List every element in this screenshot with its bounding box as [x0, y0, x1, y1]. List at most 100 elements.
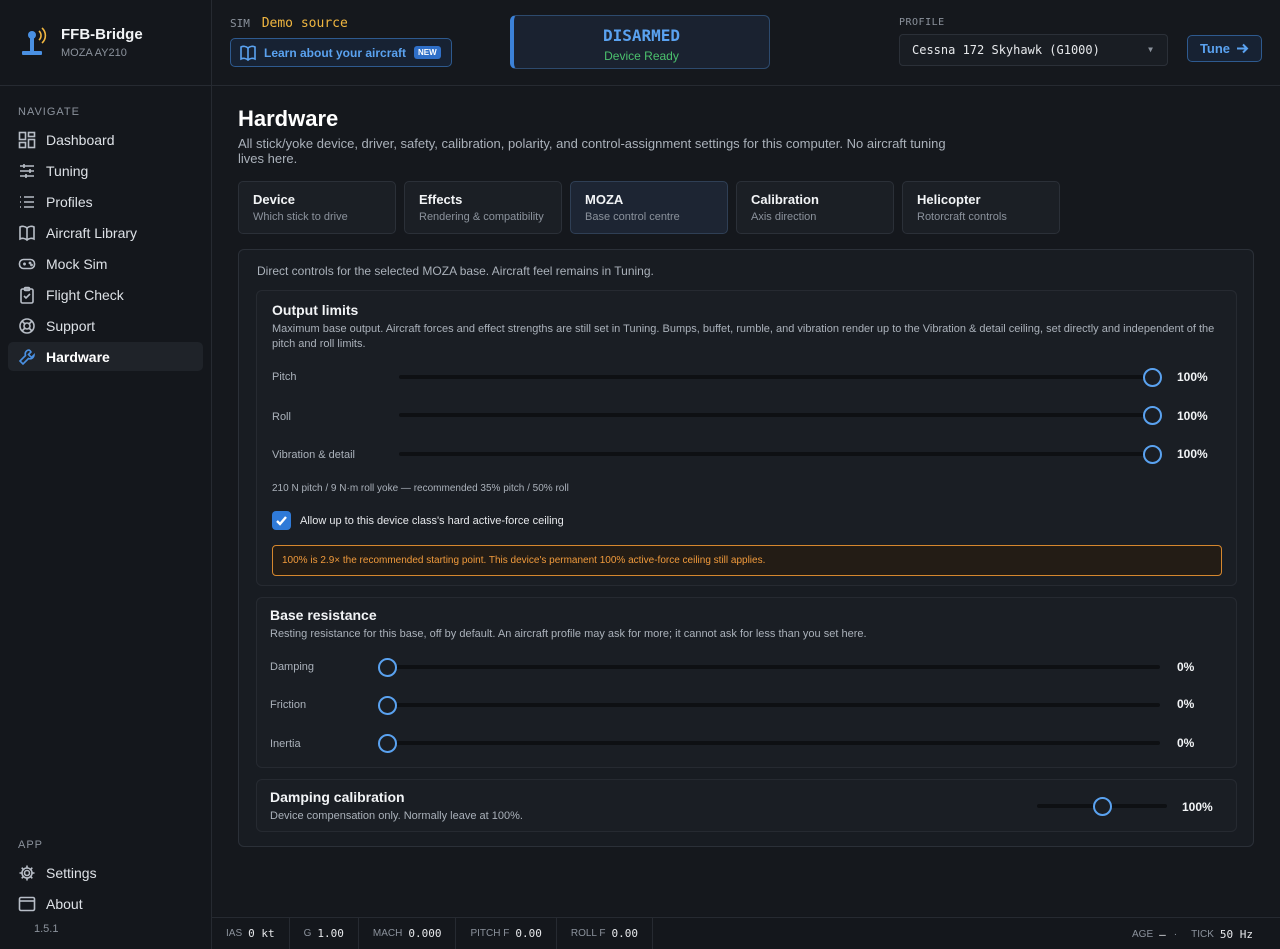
profile-select[interactable]: Cessna 172 Skyhawk (G1000) ▼: [899, 34, 1168, 66]
sidebar-item-dashboard[interactable]: Dashboard: [8, 125, 203, 154]
panel-intro: Direct controls for the selected MOZA ba…: [257, 264, 654, 278]
friction-value: 0%: [1177, 697, 1195, 711]
page-title: Hardware: [238, 106, 339, 131]
mach-readout: MACH 0.000: [359, 917, 457, 949]
sidebar: FFB-Bridge MOZA AY210 NAVIGATE Dashboard…: [0, 0, 212, 949]
tab-subtitle: Rotorcraft controls: [917, 211, 1007, 223]
roll-force-label: ROLL F: [570, 928, 606, 939]
vibration-slider-thumb[interactable]: [1142, 444, 1162, 464]
app-name: FFB-Bridge: [61, 26, 143, 43]
sidebar-item-label: Support: [46, 317, 96, 334]
tab-title: Device: [253, 192, 295, 207]
base-resistance-title: Base resistance: [270, 607, 377, 623]
ias-label: IAS: [226, 928, 243, 939]
sim-source: SIM Demo source: [230, 16, 348, 31]
sidebar-item-label: Mock Sim: [46, 255, 108, 272]
inertia-value: 0%: [1177, 736, 1195, 750]
pitch-slider[interactable]: [399, 367, 1162, 387]
roll-slider[interactable]: [399, 405, 1162, 425]
output-limits-description: Maximum base output. Aircraft forces and…: [272, 323, 1215, 350]
wrench-icon: [18, 348, 36, 366]
sidebar-item-mock-sim[interactable]: Mock Sim: [8, 249, 203, 278]
g-readout: G 1.00: [290, 917, 359, 949]
pitch-slider-thumb[interactable]: [1142, 367, 1162, 387]
tune-button[interactable]: Tune: [1187, 35, 1262, 62]
roll-value: 100%: [1177, 409, 1208, 423]
age-label: AGE: [1132, 928, 1154, 940]
sidebar-item-support[interactable]: Support: [8, 311, 203, 340]
navigate-section-label: NAVIGATE: [18, 106, 80, 118]
chevron-down-icon: ▼: [1148, 45, 1153, 54]
sidebar-item-label: Settings: [46, 864, 97, 881]
tab-calibration[interactable]: Calibration Axis direction: [736, 181, 894, 234]
output-limits-title: Output limits: [272, 302, 359, 318]
app-window: FFB-Bridge MOZA AY210 NAVIGATE Dashboard…: [0, 0, 1280, 949]
pitch-value: 100%: [1177, 370, 1208, 384]
sliders-icon: [18, 162, 36, 180]
damping-slider[interactable]: [377, 657, 1160, 677]
damping-calibration-card: Damping calibration Device compensation …: [256, 779, 1237, 832]
ias-value: 0 kt: [248, 927, 275, 940]
output-limits-card: Output limits Maximum base output. Aircr…: [256, 290, 1237, 586]
telemetry-status-bar: IAS 0 kt G 1.00 MACH 0.000 PITCH F 0.00 ROLL…: [212, 917, 1280, 949]
base-resistance-description: Resting resistance for this base, off by…: [270, 628, 867, 640]
sidebar-item-settings[interactable]: Settings: [8, 858, 203, 887]
inertia-slider[interactable]: [377, 733, 1160, 753]
main-nav: Dashboard Tuning Profiles Aircraft Libra…: [8, 125, 203, 373]
joystick-icon: [22, 26, 47, 55]
tune-button-label: Tune: [1199, 41, 1231, 56]
tab-device[interactable]: Device Which stick to drive: [238, 181, 396, 234]
damping-slider-thumb[interactable]: [377, 657, 397, 677]
active-force-ceiling-label: Allow up to this device class's hard act…: [300, 515, 564, 527]
damping-value: 0%: [1177, 660, 1195, 674]
friction-label: Friction: [270, 699, 307, 711]
tick-label: TICK: [1191, 928, 1214, 940]
tab-helicopter[interactable]: Helicopter Rotorcraft controls: [902, 181, 1060, 234]
learn-aircraft-button[interactable]: Learn about your aircraft NEW: [230, 38, 452, 67]
sidebar-item-aircraft-library[interactable]: Aircraft Library: [8, 218, 203, 247]
vibration-value: 100%: [1177, 447, 1208, 461]
damping-calibration-title: Damping calibration: [270, 789, 405, 805]
device-force-note: 210 N pitch / 9 N·m roll yoke — recommen…: [272, 483, 569, 494]
sidebar-item-label: Tuning: [46, 162, 89, 179]
pitch-label: Pitch: [272, 371, 297, 383]
device-name: MOZA AY210: [61, 47, 127, 59]
roll-force-readout: ROLL F 0.00: [557, 917, 654, 949]
app-nav: Settings About: [8, 858, 203, 920]
separator-dot: ·: [1173, 928, 1178, 940]
vibration-slider[interactable]: [399, 444, 1162, 464]
roll-slider-thumb[interactable]: [1142, 405, 1162, 425]
arm-status-text: DISARMED: [602, 26, 681, 45]
sidebar-item-about[interactable]: About: [8, 889, 203, 918]
friction-slider-thumb[interactable]: [377, 695, 397, 715]
timing-readout: AGE — · TICK 50 Hz: [1126, 918, 1253, 949]
lifebuoy-icon: [18, 317, 36, 335]
profile-select-value: Cessna 172 Skyhawk (G1000): [912, 43, 1100, 57]
friction-slider[interactable]: [377, 695, 1160, 715]
mach-label: MACH: [372, 928, 403, 939]
damping-calibration-description: Device compensation only. Normally leave…: [270, 810, 523, 822]
tab-subtitle: Base control centre: [585, 211, 680, 223]
damping-calibration-slider[interactable]: [1037, 796, 1167, 816]
tab-moza[interactable]: MOZA Base control centre: [570, 181, 728, 234]
sidebar-item-profiles[interactable]: Profiles: [8, 187, 203, 216]
inertia-slider-thumb[interactable]: [377, 733, 397, 753]
learn-aircraft-label: Learn about your aircraft: [264, 45, 407, 60]
tab-title: MOZA: [585, 192, 624, 207]
arm-status[interactable]: DISARMED Device Ready: [510, 15, 770, 69]
dashboard-icon: [18, 131, 36, 149]
device-status-text: Device Ready: [604, 49, 679, 63]
gear-icon: [18, 864, 36, 882]
tab-effects[interactable]: Effects Rendering & compatibility: [404, 181, 562, 234]
pitch-force-value: 0.00: [515, 927, 542, 940]
tick-value: 50 Hz: [1219, 927, 1253, 941]
sidebar-item-label: Aircraft Library: [46, 224, 138, 241]
tab-title: Effects: [419, 192, 463, 207]
moza-panel: Direct controls for the selected MOZA ba…: [238, 249, 1254, 847]
active-force-ceiling-checkbox[interactable]: [272, 511, 291, 530]
main-content: Hardware All stick/yoke device, driver, …: [212, 87, 1280, 916]
sidebar-item-tuning[interactable]: Tuning: [8, 156, 203, 185]
sidebar-item-flight-check[interactable]: Flight Check: [8, 280, 203, 309]
sidebar-item-hardware[interactable]: Hardware: [8, 342, 203, 371]
damping-calibration-slider-thumb[interactable]: [1092, 796, 1112, 816]
